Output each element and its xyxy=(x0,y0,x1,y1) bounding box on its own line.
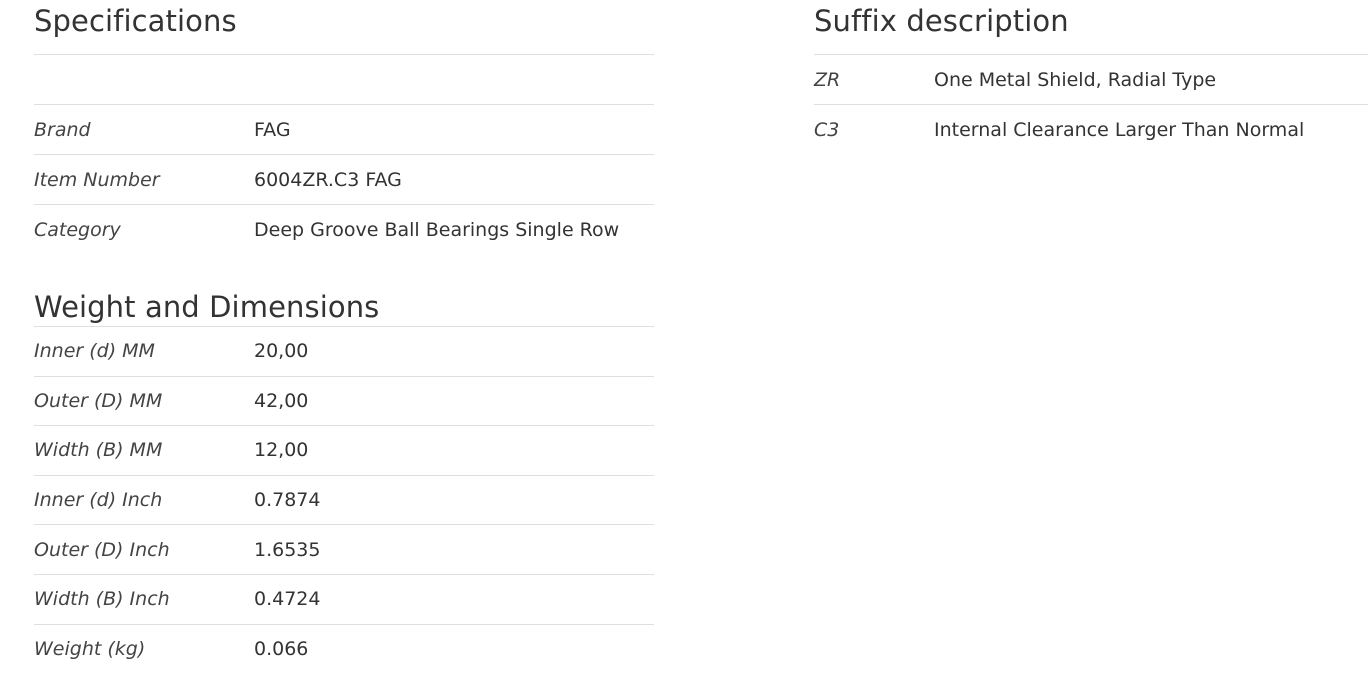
dimension-row: Weight (kg) 0.066 xyxy=(34,625,654,675)
suffix-meaning: Internal Clearance Larger Than Normal xyxy=(934,119,1305,141)
dimension-row: Width (B) Inch 0.4724 xyxy=(34,575,654,625)
right-column: Suffix description ZR One Metal Shield, … xyxy=(814,0,1368,155)
suffix-code: C3 xyxy=(814,119,840,141)
dimension-label: Inner (d) Inch xyxy=(34,489,163,512)
weight-dimensions-title: Weight and Dimensions xyxy=(34,285,654,327)
dimension-label: Weight (kg) xyxy=(34,638,146,661)
dimension-value: 0.4724 xyxy=(254,588,321,611)
dimension-value: 0.7874 xyxy=(254,489,321,512)
spec-value: 6004ZR.C3 FAG xyxy=(254,168,402,191)
dimension-row: Outer (D) Inch 1.6535 xyxy=(34,525,654,575)
dimension-label: Inner (d) MM xyxy=(34,340,155,363)
specifications-table: Brand FAG Item Number 6004ZR.C3 FAG Cate… xyxy=(34,55,654,255)
spec-row-brand: Brand FAG xyxy=(34,105,654,155)
dimension-label: Outer (D) MM xyxy=(34,389,163,412)
spec-label: Category xyxy=(34,219,121,241)
dimension-label: Width (B) MM xyxy=(34,439,163,462)
suffix-code: ZR xyxy=(814,68,841,91)
specifications-title: Specifications xyxy=(34,0,654,55)
left-column: Specifications Brand FAG Item Number 600… xyxy=(34,0,654,674)
dimension-row: Width (B) MM 12,00 xyxy=(34,426,654,476)
spec-value: Deep Groove Ball Bearings Single Row xyxy=(254,219,620,241)
suffix-description-table: ZR One Metal Shield, Radial Type C3 Inte… xyxy=(814,55,1368,155)
dimension-row: Inner (d) MM 20,00 xyxy=(34,327,654,377)
spec-label: Brand xyxy=(34,118,91,141)
spec-row-category: Category Deep Groove Ball Bearings Singl… xyxy=(34,205,654,255)
dimension-row: Outer (D) MM 42,00 xyxy=(34,377,654,427)
spec-row-empty xyxy=(34,55,654,105)
dimension-value: 12,00 xyxy=(254,439,309,462)
suffix-row: ZR One Metal Shield, Radial Type xyxy=(814,55,1368,105)
weight-dimensions-table: Inner (d) MM 20,00 Outer (D) MM 42,00 Wi… xyxy=(34,327,654,674)
dimension-label: Width (B) Inch xyxy=(34,588,170,611)
dimension-row: Inner (d) Inch 0.7874 xyxy=(34,476,654,526)
dimension-value: 0.066 xyxy=(254,638,309,661)
suffix-description-title: Suffix description xyxy=(814,0,1368,55)
dimension-value: 42,00 xyxy=(254,389,309,412)
spec-value: FAG xyxy=(254,118,291,141)
spec-row-item-number: Item Number 6004ZR.C3 FAG xyxy=(34,155,654,205)
suffix-row: C3 Internal Clearance Larger Than Normal xyxy=(814,105,1368,155)
suffix-meaning: One Metal Shield, Radial Type xyxy=(934,68,1217,91)
dimension-label: Outer (D) Inch xyxy=(34,538,170,561)
dimension-value: 20,00 xyxy=(254,340,309,363)
spec-label: Item Number xyxy=(34,168,160,191)
dimension-value: 1.6535 xyxy=(254,538,321,561)
